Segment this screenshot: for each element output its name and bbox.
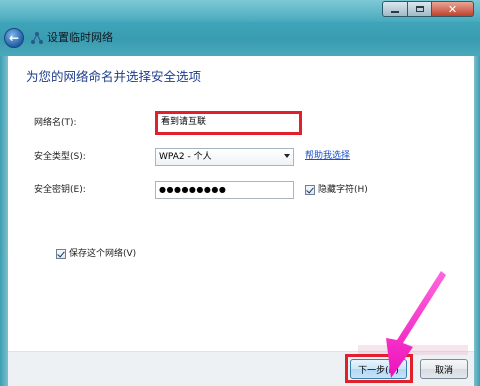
- security-type-select[interactable]: WPA2 - 个人: [155, 148, 294, 166]
- window-frame-right: [474, 56, 480, 386]
- hide-characters-label: 隐藏字符(H): [318, 185, 368, 195]
- cancel-button[interactable]: 取消: [420, 359, 468, 379]
- network-name-input[interactable]: 看到请互联: [158, 114, 299, 132]
- checkmark-icon: [57, 249, 65, 258]
- page-heading: 为您的网络命名并选择安全选项: [26, 69, 202, 84]
- checkmark-icon: [306, 185, 314, 194]
- minimize-icon: [391, 11, 399, 13]
- chevron-down-icon: [284, 154, 290, 158]
- content-area: [8, 56, 474, 351]
- title-bar: ✕ ← 设置临时网络: [0, 0, 480, 56]
- minimize-button[interactable]: [382, 1, 408, 17]
- window-frame-left: [0, 56, 8, 386]
- security-type-label: 安全类型(S):: [34, 152, 86, 162]
- save-network-label: 保存这个网络(V): [69, 249, 137, 259]
- help-me-choose-link[interactable]: 帮助我选择: [305, 150, 350, 162]
- close-icon: ✕: [447, 2, 458, 16]
- window-controls: ✕: [382, 1, 474, 17]
- next-button-highlight: [345, 354, 413, 383]
- security-key-input[interactable]: ●●●●●●●●●: [155, 181, 294, 199]
- back-button[interactable]: ←: [4, 28, 24, 48]
- security-type-value: WPA2 - 个人: [159, 152, 212, 162]
- maximize-icon: [415, 6, 424, 12]
- setup-adhoc-network-window: ✕ ← 设置临时网络 为您的网络命名并选择安全选项 网络名(T): 看到请互联 …: [0, 0, 480, 386]
- network-name-label: 网络名(T):: [34, 118, 77, 128]
- window-title: 设置临时网络: [47, 31, 113, 44]
- maximize-button[interactable]: [408, 1, 432, 17]
- network-icon: [31, 32, 43, 44]
- close-button[interactable]: ✕: [432, 1, 474, 17]
- hide-characters-checkbox[interactable]: [305, 185, 315, 195]
- security-key-label: 安全密钥(E):: [34, 185, 86, 195]
- save-network-checkbox[interactable]: [56, 249, 66, 259]
- back-arrow-icon: ←: [8, 30, 20, 45]
